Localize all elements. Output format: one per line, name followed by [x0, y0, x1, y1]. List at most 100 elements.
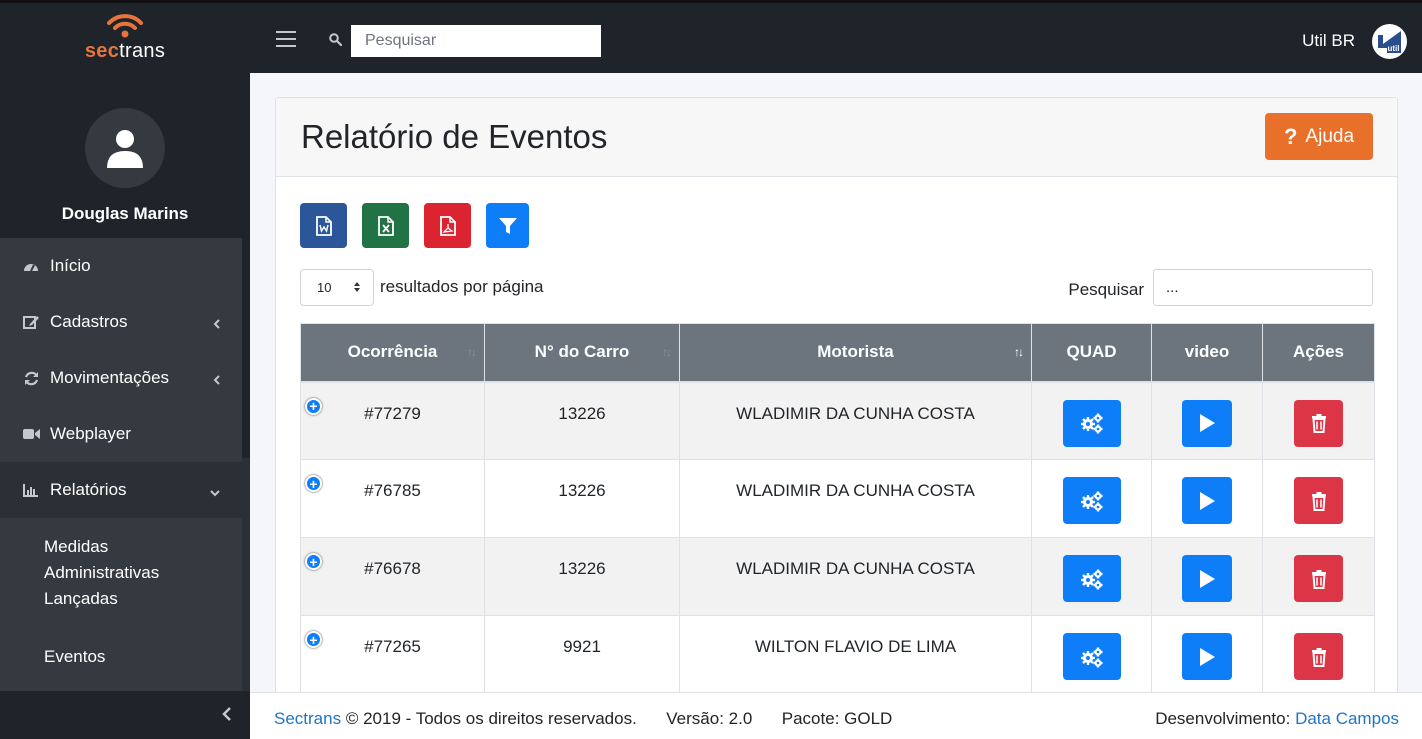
export-word-button[interactable] — [300, 203, 347, 248]
delete-button[interactable] — [1294, 555, 1343, 602]
expand-row-plus-icon[interactable]: + — [305, 553, 322, 570]
table-row: + #77265 9921 WILTON FLAVIO DE LIMA — [300, 615, 1375, 694]
column-header-ocorrencia[interactable]: Ocorrência ↑↓ — [300, 323, 485, 383]
cell-motorista: WILTON FLAVIO DE LIMA — [679, 615, 1032, 694]
play-video-button[interactable] — [1182, 477, 1232, 524]
play-icon — [1198, 491, 1216, 511]
events-table: Ocorrência ↑↓ N° do Carro ↑↓ Motorista ↑↓ Q… — [300, 323, 1375, 694]
page-title: Relatório de Eventos — [301, 118, 608, 155]
company-avatar[interactable]: util — [1372, 24, 1407, 59]
footer-version: Versão: 2.0 — [666, 709, 753, 728]
column-header-quad: QUAD — [1031, 323, 1152, 383]
cell-quad — [1031, 459, 1152, 538]
footer-package: Pacote: GOLD — [781, 709, 893, 728]
table-row: + #76678 13226 WLADIMIR DA CUNHA COSTA — [300, 537, 1375, 616]
sort-icon: ↑↓ — [1014, 345, 1024, 359]
sort-icon: ↑↓ — [467, 345, 477, 359]
cell-acoes — [1262, 615, 1375, 694]
trash-icon — [1311, 647, 1327, 667]
table-filter-input[interactable] — [1153, 269, 1373, 306]
sidebar-item-label: Movimentações — [50, 368, 170, 387]
quad-settings-button[interactable] — [1062, 633, 1121, 680]
sidebar-item-relatorios[interactable]: Relatórios — [0, 462, 242, 518]
column-header-carro[interactable]: N° do Carro ↑↓ — [484, 323, 680, 383]
sidebar-item-label: Início — [50, 256, 91, 275]
delete-button[interactable] — [1294, 399, 1343, 447]
select-arrows-icon — [353, 281, 361, 296]
expand-row-plus-icon[interactable]: + — [305, 475, 322, 492]
question-icon: ? — [1283, 123, 1298, 149]
video-camera-icon — [22, 425, 40, 443]
report-card: Relatório de Eventos ? Ajuda 10 resultad… — [275, 97, 1398, 717]
navbar-search-input[interactable] — [351, 25, 601, 57]
footer-right: Desenvolvimento: Data Campos — [1155, 709, 1399, 729]
gears-icon — [1079, 568, 1105, 590]
edit-icon — [22, 313, 40, 331]
expand-row-plus-icon[interactable]: + — [305, 631, 322, 648]
sidebar-item-label: Cadastros — [50, 312, 128, 331]
play-video-button[interactable] — [1182, 555, 1232, 602]
quad-settings-button[interactable] — [1062, 477, 1121, 524]
cell-carro: 13226 — [484, 381, 680, 460]
brand-name: sectrans — [84, 40, 166, 62]
sidebar-item-inicio[interactable]: Início — [0, 238, 242, 294]
brand-logo[interactable]: sectrans — [0, 3, 250, 73]
quad-settings-button[interactable] — [1062, 555, 1121, 602]
file-excel-icon — [377, 215, 394, 236]
cell-carro: 13226 — [484, 537, 680, 616]
cell-ocorrencia: + #76785 — [300, 459, 485, 538]
cell-ocorrencia: + #77265 — [300, 615, 485, 694]
delete-button[interactable] — [1294, 477, 1343, 524]
table-header-row: Ocorrência ↑↓ N° do Carro ↑↓ Motorista ↑↓ Q… — [300, 323, 1375, 383]
delete-button[interactable] — [1294, 633, 1343, 680]
cell-quad — [1031, 537, 1152, 616]
page-length-value: 10 — [317, 280, 332, 295]
help-button[interactable]: ? Ajuda — [1265, 113, 1373, 160]
user-avatar[interactable] — [85, 108, 165, 188]
cell-quad — [1031, 381, 1152, 460]
quad-settings-button[interactable] — [1062, 399, 1121, 447]
cell-acoes — [1262, 381, 1375, 460]
cell-video — [1151, 615, 1263, 694]
footer-dev-label: Desenvolvimento: — [1155, 709, 1291, 728]
cell-video — [1151, 381, 1263, 460]
sidebar-item-label: Webplayer — [50, 424, 131, 443]
wifi-logo-icon — [105, 13, 145, 39]
play-video-button[interactable] — [1182, 633, 1232, 680]
avatar-text: util — [1386, 44, 1401, 53]
play-video-button[interactable] — [1182, 399, 1232, 447]
hamburger-menu-icon[interactable] — [276, 31, 296, 47]
sidebar: Douglas Marins Início Cadastros Moviment… — [0, 73, 250, 739]
trash-icon — [1311, 491, 1327, 511]
user-name: Douglas Marins — [61, 204, 189, 223]
filter-icon — [498, 217, 517, 234]
footer-left: Sectrans © 2019 - Todos os direitos rese… — [274, 709, 892, 729]
top-navbar: sectrans Util BR util — [0, 0, 1422, 73]
play-icon — [1198, 647, 1216, 667]
cell-ocorrencia: + #76678 — [300, 537, 485, 616]
table-row: + #76785 13226 WLADIMIR DA CUNHA COSTA — [300, 459, 1375, 538]
expand-row-plus-icon[interactable]: + — [305, 397, 322, 415]
footer-company-link[interactable]: Sectrans — [274, 709, 341, 728]
sidebar-scrollbar[interactable] — [242, 238, 250, 693]
sidebar-subitem-eventos[interactable]: Eventos — [0, 628, 242, 670]
relatorios-submenu: Medidas Administrativas Lançadas Eventos — [0, 518, 242, 670]
table-row: + #77279 13226 WLADIMIR DA CUNHA COSTA — [300, 381, 1375, 460]
footer-dev-link[interactable]: Data Campos — [1295, 709, 1399, 728]
sidebar-item-cadastros[interactable]: Cadastros — [0, 294, 242, 350]
trash-icon — [1311, 413, 1327, 433]
filter-button[interactable] — [486, 203, 529, 248]
navbar-user-label[interactable]: Util BR — [1302, 31, 1355, 51]
export-excel-button[interactable] — [362, 203, 409, 248]
cell-video — [1151, 537, 1263, 616]
bar-chart-icon — [22, 481, 40, 499]
sidebar-subitem-medidas[interactable]: Medidas Administrativas Lançadas — [0, 518, 242, 628]
collapse-sidebar-icon[interactable] — [222, 706, 232, 727]
user-icon — [107, 130, 143, 168]
column-header-motorista[interactable]: Motorista ↑↓ — [679, 323, 1032, 383]
sidebar-item-webplayer[interactable]: Webplayer — [0, 406, 242, 462]
page-length-select[interactable]: 10 — [300, 269, 374, 306]
sidebar-item-movimentacoes[interactable]: Movimentações — [0, 350, 242, 406]
chevron-left-icon — [213, 370, 220, 390]
export-pdf-button[interactable] — [424, 203, 471, 248]
